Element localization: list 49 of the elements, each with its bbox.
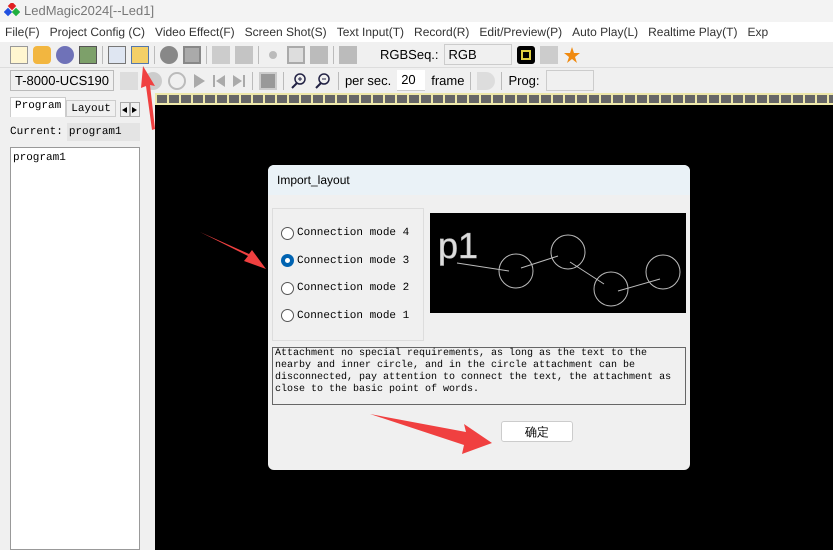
square-icon[interactable] [287,46,305,64]
panel-tab[interactable]: Layout [66,100,116,117]
right-arrow-icon [132,106,138,112]
zoom-in-icon[interactable] [290,72,308,90]
play-icon[interactable] [192,72,206,88]
menu-item[interactable]: Exp [742,23,774,41]
menu-item[interactable]: Text Input(T) [332,23,410,41]
frame-rate-field[interactable]: 20 [397,70,426,91]
zoom-out-icon[interactable] [314,72,332,90]
menu-item[interactable]: File(F) [0,23,45,41]
menu-item[interactable]: Project Config (C) [44,23,150,41]
menu-item[interactable]: Edit/Preview(P) [474,23,568,41]
rgb-sequence-field[interactable]: RGB [444,44,512,65]
mode-radio[interactable]: Connection mode 1 [281,308,415,324]
app-logo-icon [4,3,20,19]
mode-radio[interactable]: Connection mode 2 [281,280,415,296]
star-icon[interactable] [562,46,581,64]
current-label: Current: [10,124,63,140]
menu-item[interactable]: Screen Shot(S) [240,23,332,41]
mode-radio[interactable]: Connection mode 4 [281,225,415,242]
frame-label: frame [431,72,464,90]
annotation-arrow [141,66,156,130]
current-program-field[interactable]: program1 [66,123,140,141]
menu-item[interactable]: Realtime Play(T) [643,23,742,41]
controller-field[interactable]: T-8000-UCS190 [10,70,114,91]
ok-button[interactable]: 确定 [501,421,573,442]
layout-preview-drawing: p1 [430,213,686,313]
square-icon[interactable] [183,46,201,64]
menu-item[interactable]: Record(R) [409,23,474,41]
prog-field[interactable] [546,70,594,91]
menu-item[interactable]: Auto Play(L) [567,23,644,41]
menu-item[interactable]: Video Effect(F) [150,23,240,41]
rgb-sequence-label: RGBSeq.: [380,46,439,64]
prog-label: Prog: [508,72,540,90]
annotation-arrow [200,232,266,270]
description-text: Attachment no special requirements, as long as the text to the nearby and inner circle, and in the circle attachment can be disconnected, pay attention to connect the text, the attachment as close to the basic point of words. [272,347,686,405]
tab-scroll-left-button[interactable] [120,102,130,117]
dialog-title: Import_layout [277,172,350,189]
stop-icon[interactable] [258,72,277,90]
program-list-item[interactable]: program1 [13,150,137,166]
left-arrow-icon [122,106,128,112]
mode-radio[interactable]: Connection mode 3 [281,252,415,269]
window-title: LedMagic2024[--Led1] [24,2,154,20]
pause-icon[interactable] [168,72,186,90]
skip-back-icon[interactable] [212,72,226,88]
panel-tab[interactable]: Program [10,97,66,117]
per-second-label: per sec. [344,72,392,90]
skip-forward-icon[interactable] [232,72,246,88]
tab-scroll-right-button[interactable] [130,102,140,117]
